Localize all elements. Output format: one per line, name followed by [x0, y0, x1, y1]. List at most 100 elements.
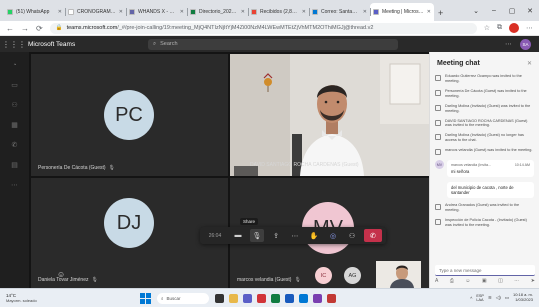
windows-start-icon[interactable]	[140, 292, 151, 304]
outlook-icon[interactable]	[299, 293, 308, 303]
people-button[interactable]: ⚇	[345, 229, 359, 242]
chevron-up-icon[interactable]: ^	[470, 296, 472, 301]
clock[interactable]: 10:18 a. m. 1/03/2023	[513, 292, 533, 303]
message-time: 10:14 AM	[514, 163, 530, 168]
raise-hand-button[interactable]: ✋	[307, 229, 321, 242]
new-tab-button[interactable]: +	[434, 8, 447, 21]
teams-app-icon[interactable]	[243, 293, 252, 303]
leave-call-button[interactable]: ✆	[364, 229, 382, 242]
maximize-button[interactable]: ▢	[503, 7, 521, 15]
app-name: Microsoft Teams	[28, 40, 76, 48]
close-tab-icon[interactable]: ✕	[119, 9, 123, 15]
calendar-icon[interactable]: ▦	[11, 121, 18, 129]
tab-favicon-icon	[251, 9, 257, 15]
send-icon[interactable]: ➤	[531, 278, 535, 284]
user-avatar[interactable]: SA	[520, 38, 531, 50]
camera-button[interactable]: ▬	[231, 229, 245, 242]
lang-indicator[interactable]: ESP LAA	[476, 294, 484, 302]
more-options-icon[interactable]: ⋯	[505, 40, 512, 48]
browser-tab[interactable]: (51) WhatsApp ✕	[4, 3, 65, 21]
more-apps-icon[interactable]: ⋯	[11, 181, 18, 189]
chat-system-event: marcos velandia (Guest) was invited to t…	[435, 148, 534, 156]
close-tab-icon[interactable]: ✕	[427, 9, 431, 15]
browser-menu-icon[interactable]: ⋯	[526, 24, 533, 32]
emoji-icon[interactable]: ☺	[465, 278, 470, 284]
minimize-button[interactable]: –	[485, 7, 503, 14]
sticker-icon[interactable]: ◫	[498, 278, 503, 284]
participant-name-david: DAVID SANTIAGO ROCHA CARDENAS (Guest)	[250, 162, 359, 168]
close-tab-icon[interactable]: ✕	[58, 9, 62, 15]
event-text: DAVID SANTIAGO ROCHA CARDENAS (Guest) wa…	[445, 118, 528, 128]
attach-icon[interactable]: ⎙	[450, 278, 454, 284]
close-chat-button[interactable]: ✕	[527, 60, 532, 67]
person-added-icon	[435, 219, 441, 226]
message-author: marcos velandia (Invita...	[451, 163, 491, 168]
word-icon[interactable]	[285, 293, 294, 303]
message-bubble[interactable]: marcos velandia (Invita... 10:14 AM mi s…	[447, 160, 534, 178]
message-text: mi señora	[451, 169, 470, 175]
browser-tab[interactable]: Correo: Santander Ac✕	[309, 3, 370, 21]
weather-widget[interactable]: 14°C Mayorm. soleado	[0, 293, 140, 303]
taskbar-apps	[215, 293, 336, 303]
teams-icon[interactable]: ⚇	[11, 101, 17, 109]
close-tab-icon[interactable]: ✕	[302, 9, 306, 15]
chat-system-event: Eduardo Gutierrez Ocampo was invited to …	[435, 74, 534, 84]
browser-tab[interactable]: WHANDS X - 15 - Su✕	[126, 3, 187, 21]
more-compose-icon[interactable]: ⋯	[514, 278, 519, 284]
extensions-icon[interactable]: ⧉	[497, 24, 502, 32]
close-tab-icon[interactable]: ✕	[241, 9, 245, 15]
calls-icon[interactable]: ✆	[12, 141, 18, 149]
self-view-video[interactable]	[376, 261, 421, 288]
activity-icon[interactable]: ◔	[12, 62, 16, 69]
participant-chip-ic[interactable]: IC	[315, 267, 332, 284]
profile-avatar[interactable]	[509, 23, 519, 33]
files-icon[interactable]: ▤	[11, 161, 18, 169]
message-compose-input[interactable]: Type a new message	[435, 265, 535, 276]
back-button[interactable]: ←	[6, 24, 14, 33]
browser-tab[interactable]: CRONOGRAMA cumplimiento✕	[65, 3, 126, 21]
taskbar-search[interactable]: ⌕ Buscar	[157, 292, 209, 304]
participant-tile-pc[interactable]: PC Personería De Cácota (Guest) 🎙	[31, 54, 228, 176]
chat-icon[interactable]: ▭	[11, 81, 18, 89]
participant-video-david[interactable]: DAVID SANTIAGO ROCHA CARDENAS (Guest)	[230, 54, 429, 176]
chevron-down-icon[interactable]: ⌄	[467, 7, 485, 15]
gif-icon[interactable]: ▣	[482, 278, 487, 284]
task-view-icon[interactable]	[215, 293, 224, 303]
format-icon[interactable]: A	[435, 278, 438, 284]
forward-button[interactable]: →	[21, 24, 29, 33]
chrome-icon[interactable]	[257, 293, 266, 303]
browser-tab[interactable]: Directorio_2023.xlsx✕	[187, 3, 248, 21]
reactions-icon[interactable]: ☺	[57, 270, 65, 279]
browser-tab[interactable]: Meeting | Microsoft Teams✕	[370, 3, 434, 21]
browser-tab[interactable]: Recibidos (2,807) - n✕	[248, 3, 309, 21]
volume-icon[interactable]: ◁)	[496, 295, 501, 301]
toolbar-tooltip: Share	[240, 218, 259, 225]
chat-toggle-button[interactable]: ◎	[326, 229, 340, 242]
more-actions-button[interactable]: ⋯	[288, 229, 302, 242]
chat-title: Meeting chat	[437, 59, 480, 67]
window-controls: ⌄ – ▢ ✕	[467, 0, 539, 21]
file-explorer-icon[interactable]	[229, 293, 238, 303]
share-tray-button[interactable]: ⇪	[269, 229, 283, 242]
message-followup[interactable]: del municipio de cacota , norte de santa…	[447, 182, 534, 199]
url-field[interactable]: 🔒 teams.microsoft.com/_#/pre-join-callin…	[49, 22, 477, 34]
app-launcher-icon[interactable]: ⋮⋮⋮	[0, 40, 28, 49]
chat-header: Meeting chat ✕	[430, 52, 539, 74]
header-actions: ⋯ SA	[505, 38, 539, 50]
excel-icon[interactable]	[271, 293, 280, 303]
participant-chip-ag[interactable]: AG	[344, 267, 361, 284]
screen: (51) WhatsApp✕CRONOGRAMA cumplimiento✕WH…	[0, 0, 539, 307]
app-icon[interactable]	[313, 293, 322, 303]
reload-button[interactable]: ⟳	[36, 24, 43, 33]
event-text: Inspección de Policía Cacota - (Invitado…	[445, 218, 527, 227]
wifi-icon[interactable]: ≋	[488, 295, 492, 301]
mic-button[interactable]: 🎙	[250, 229, 264, 242]
star-icon[interactable]: ☆	[484, 24, 490, 32]
close-window-button[interactable]: ✕	[521, 7, 539, 15]
search-input[interactable]: ⌕ Search	[148, 38, 398, 50]
close-tab-icon[interactable]: ✕	[180, 9, 184, 15]
pdf-icon[interactable]	[327, 293, 336, 303]
close-tab-icon[interactable]: ✕	[363, 9, 367, 15]
search-icon: ⌕	[161, 295, 164, 301]
battery-icon[interactable]: ▭	[505, 295, 509, 301]
